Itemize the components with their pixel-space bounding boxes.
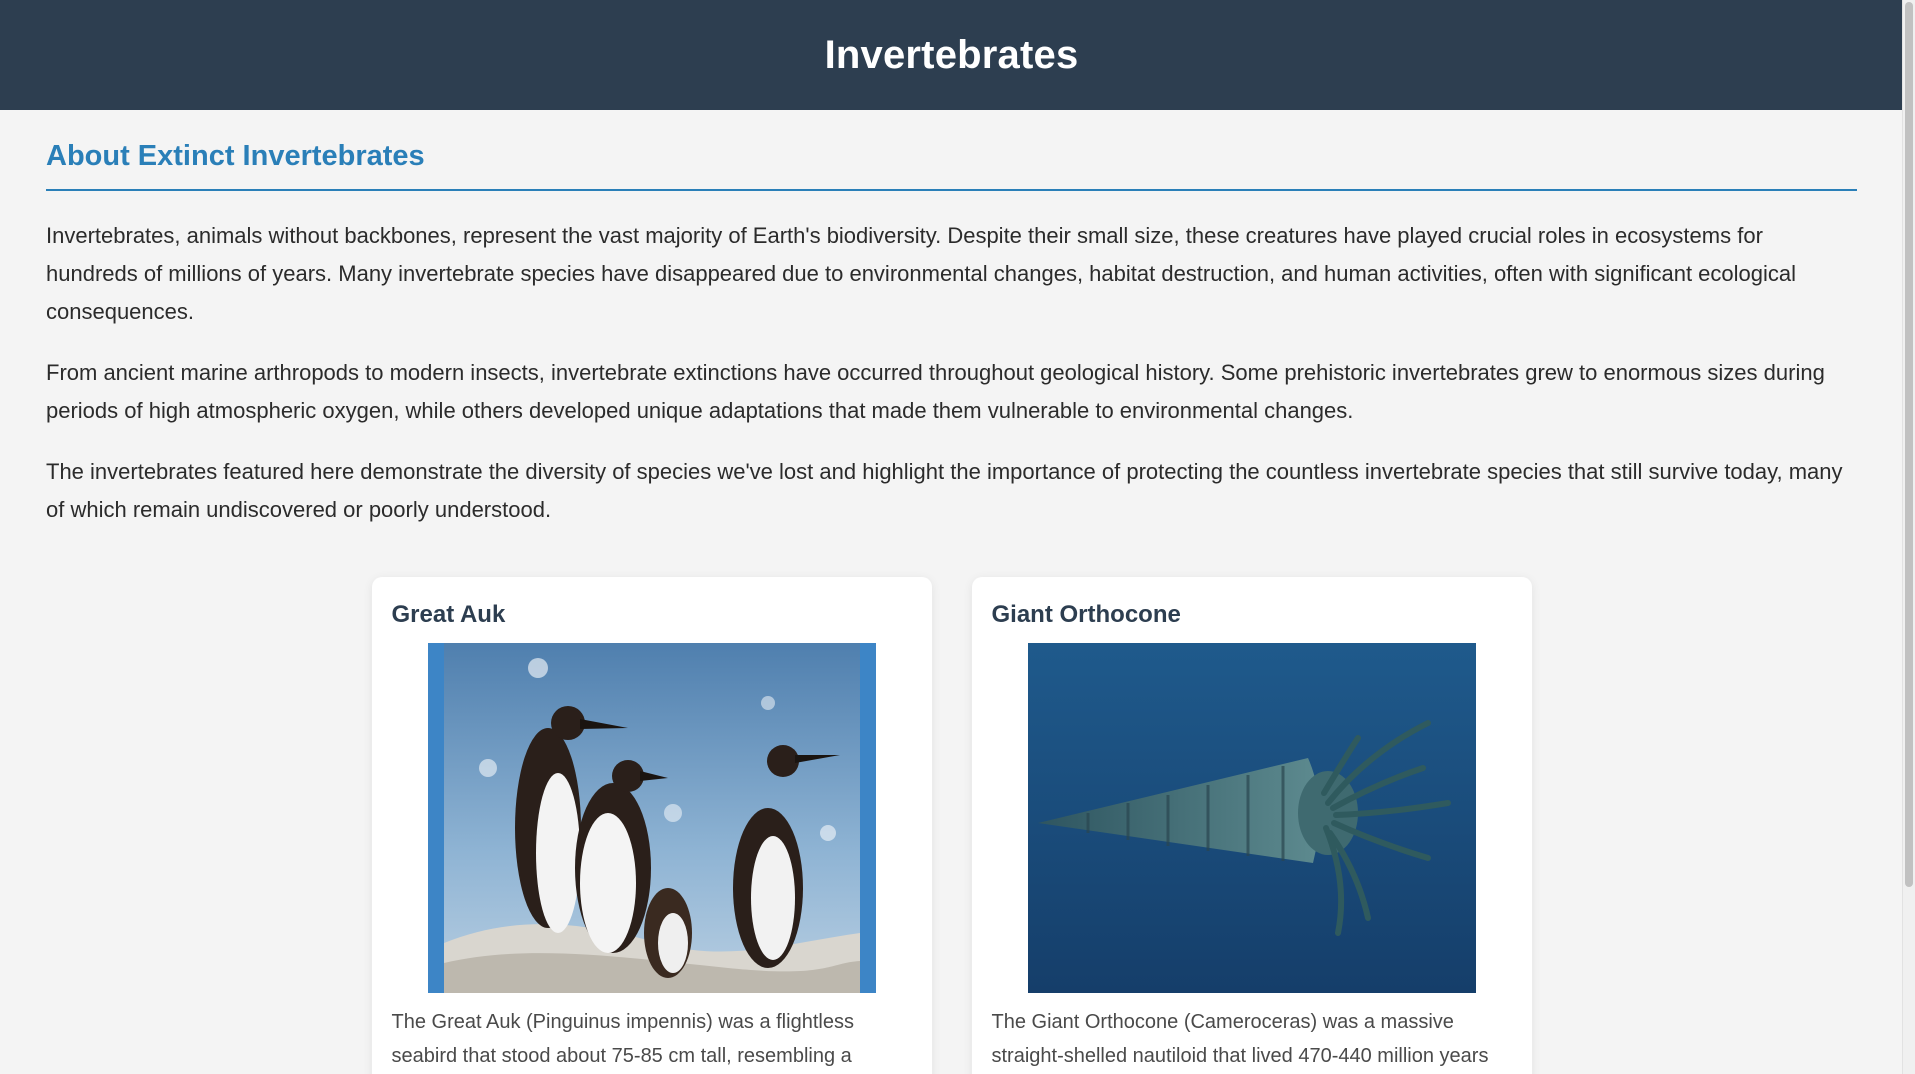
card-title: Giant Orthocone — [991, 601, 1181, 628]
intro-text: Invertebrates, animals without backbones… — [46, 217, 1857, 529]
species-card-great-auk: Great Auk The Great Auk (Pinguinus impen… — [371, 577, 932, 1074]
card-title: Great Auk — [391, 601, 506, 628]
scrollbar-thumb[interactable] — [1905, 2, 1913, 887]
intro-paragraph: From ancient marine arthropods to modern… — [46, 360, 1825, 423]
intro-paragraph: Invertebrates, animals without backbones… — [46, 223, 1797, 324]
section-title: About Extinct Invertebrates — [46, 140, 1857, 191]
species-card-giant-orthocone: Giant Orthocone The Giant Orthocone (Cam… — [971, 577, 1532, 1074]
card-description: The Great Auk (Pinguinus impennis) was a… — [391, 1011, 854, 1067]
giant-orthocone-photo — [1027, 643, 1476, 993]
page-title: Invertebrates — [824, 32, 1079, 77]
site-header: Invertebrates — [0, 0, 1903, 110]
page: Invertebrates About Extinct Invertebrate… — [0, 0, 1903, 1074]
card-description: The Giant Orthocone (Cameroceras) was a … — [991, 1011, 1489, 1067]
vertical-scrollbar[interactable] — [1902, 0, 1915, 1074]
main-content: About Extinct Invertebrates Invertebrate… — [0, 140, 1903, 1074]
intro-paragraph: The invertebrates featured here demonstr… — [46, 459, 1843, 522]
species-cards: Great Auk The Great Auk (Pinguinus impen… — [46, 577, 1857, 1074]
great-auk-photo — [427, 643, 876, 993]
